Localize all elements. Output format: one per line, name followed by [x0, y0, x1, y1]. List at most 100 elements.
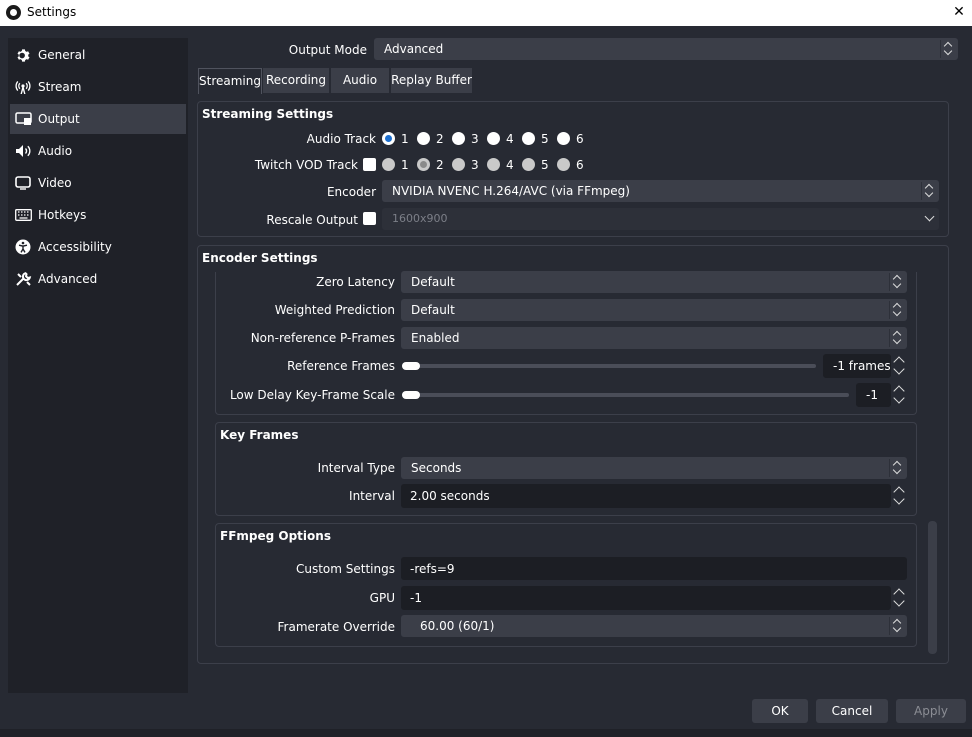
reference-frames-label: Reference Frames: [287, 359, 395, 373]
updown-chevron-icon: [940, 40, 956, 58]
low-delay-keyframe-scale-slider[interactable]: [402, 393, 849, 397]
audio-track-radio-4[interactable]: [487, 132, 500, 145]
weighted-prediction-select[interactable]: Default: [401, 299, 907, 321]
audio-track-label: Audio Track: [306, 132, 376, 146]
gpu-label: GPU: [369, 591, 395, 605]
twitch-vod-radio-5[interactable]: [522, 158, 535, 171]
accessibility-icon: [11, 239, 35, 255]
interval-spinbox[interactable]: 2.00 seconds: [401, 484, 891, 508]
interval-type-label: Interval Type: [317, 461, 395, 475]
sidebar-item-label: Advanced: [38, 272, 98, 286]
interval-label: Interval: [349, 489, 395, 503]
custom-settings-label: Custom Settings: [295, 562, 395, 576]
ffmpeg-options-title: FFmpeg Options: [220, 529, 331, 543]
gear-icon: [11, 48, 35, 63]
sidebar-item-output[interactable]: Output: [10, 104, 186, 134]
reference-frames-slider[interactable]: [402, 364, 816, 368]
output-mode-select[interactable]: Advanced: [374, 38, 958, 60]
tab-recording[interactable]: Recording: [263, 68, 329, 93]
chevron-down-icon: [924, 211, 935, 222]
zero-latency-select[interactable]: Default: [401, 271, 907, 293]
low-delay-stepper-icon[interactable]: [892, 383, 908, 407]
sidebar-item-label: Accessibility: [38, 240, 112, 254]
apply-button[interactable]: Apply: [896, 699, 966, 723]
encoder-settings-scrollbar[interactable]: [928, 521, 937, 654]
audio-track-option-label: 3: [471, 132, 479, 146]
cancel-button[interactable]: Cancel: [816, 699, 888, 723]
framerate-override-label: Framerate Override: [277, 620, 396, 634]
twitch-vod-radio-2[interactable]: [417, 158, 430, 171]
background-window-strip: [0, 729, 972, 737]
twitch-vod-radio-3[interactable]: [452, 158, 465, 171]
rescale-output-label: Rescale Output: [266, 213, 358, 227]
tab-audio[interactable]: Audio: [331, 68, 389, 93]
sidebar-item-hotkeys[interactable]: Hotkeys: [10, 200, 186, 230]
framerate-override-select[interactable]: 60.00 (60/1): [401, 615, 907, 637]
updown-chevron-icon: [889, 301, 905, 319]
low-delay-keyframe-scale-spinbox[interactable]: -1: [856, 383, 891, 407]
audio-track-radio-5[interactable]: [522, 132, 535, 145]
rescale-output-checkbox[interactable]: [363, 212, 376, 225]
twitch-vod-option-label: 5: [541, 158, 549, 172]
encoder-select[interactable]: NVIDIA NVENC H.264/AVC (via FFmpeg): [382, 180, 939, 202]
audio-track-option-label: 2: [436, 132, 444, 146]
twitch-vod-radio-4[interactable]: [487, 158, 500, 171]
keyboard-icon: [11, 209, 35, 221]
low-delay-keyframe-scale-slider-handle[interactable]: [402, 391, 420, 399]
speaker-icon: [11, 144, 35, 158]
audio-track-radio-3[interactable]: [452, 132, 465, 145]
twitch-vod-option-label: 2: [436, 158, 444, 172]
twitch-vod-option-label: 3: [471, 158, 479, 172]
twitch-vod-radio-6[interactable]: [557, 158, 570, 171]
monitor-icon: [11, 176, 35, 190]
close-icon[interactable]: ✕: [946, 0, 972, 26]
audio-track-radio-6[interactable]: [557, 132, 570, 145]
tab-streaming[interactable]: Streaming: [198, 68, 262, 94]
reference-frames-spinbox[interactable]: -1 frames: [823, 354, 891, 378]
interval-stepper-icon[interactable]: [892, 484, 908, 508]
sidebar-item-general[interactable]: General: [10, 40, 186, 70]
broadcast-icon: [11, 80, 35, 95]
reference-frames-slider-handle[interactable]: [402, 362, 420, 370]
streaming-settings-title: Streaming Settings: [202, 107, 334, 121]
reference-frames-stepper-icon[interactable]: [892, 354, 908, 378]
updown-chevron-icon: [921, 182, 937, 200]
rescale-output-select[interactable]: 1600x900: [382, 208, 939, 230]
audio-track-option-label: 1: [401, 132, 409, 146]
gpu-stepper-icon[interactable]: [892, 586, 908, 610]
sidebar-item-label: Stream: [38, 80, 82, 94]
sidebar-item-video[interactable]: Video: [10, 168, 186, 198]
sidebar-item-accessibility[interactable]: Accessibility: [10, 232, 186, 262]
audio-track-option-label: 4: [506, 132, 514, 146]
audio-track-radio-2[interactable]: [417, 132, 430, 145]
audio-track-option-label: 6: [576, 132, 584, 146]
ok-button[interactable]: OK: [752, 699, 808, 723]
gpu-spinbox[interactable]: -1: [401, 586, 891, 610]
tab-replay-buffer[interactable]: Replay Buffer: [391, 68, 472, 93]
twitch-vod-label: Twitch VOD Track: [254, 158, 358, 172]
twitch-vod-option-label: 1: [401, 158, 409, 172]
sidebar-item-label: General: [38, 48, 86, 62]
output-icon: [11, 112, 35, 126]
sidebar-item-advanced[interactable]: Advanced: [10, 264, 186, 294]
non-reference-pframes-select[interactable]: Enabled: [401, 327, 907, 349]
wrench-icon: [11, 271, 35, 288]
low-delay-keyframe-scale-label: Low Delay Key-Frame Scale: [229, 388, 395, 402]
updown-chevron-icon: [889, 273, 905, 291]
interval-type-select[interactable]: Seconds: [401, 457, 907, 479]
twitch-vod-option-label: 6: [576, 158, 584, 172]
audio-track-radio-1[interactable]: [382, 132, 395, 145]
updown-chevron-icon: [889, 329, 905, 347]
zero-latency-label: Zero Latency: [316, 275, 395, 289]
sidebar-item-stream[interactable]: Stream: [10, 72, 186, 102]
sidebar-item-audio[interactable]: Audio: [10, 136, 186, 166]
sidebar-item-label: Video: [38, 176, 72, 190]
output-mode-label: Output Mode: [288, 43, 367, 57]
twitch-vod-checkbox[interactable]: [363, 158, 376, 171]
sidebar-item-label: Output: [38, 112, 80, 126]
sidebar-item-label: Audio: [38, 144, 73, 158]
sidebar-item-label: Hotkeys: [38, 208, 87, 222]
custom-settings-input[interactable]: -refs=9: [401, 557, 907, 580]
twitch-vod-radio-1[interactable]: [382, 158, 395, 171]
encoder-label: Encoder: [326, 185, 376, 199]
